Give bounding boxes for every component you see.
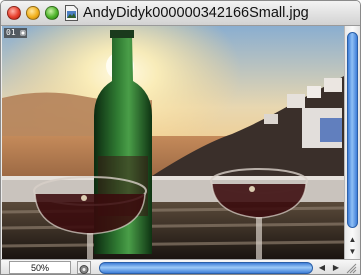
zoom-level-field[interactable]: 50% bbox=[9, 261, 71, 274]
navigator-icon bbox=[79, 265, 89, 274]
canvas-badge: 01 ▣ bbox=[4, 28, 28, 38]
canvas-badge-label: 01 bbox=[6, 28, 16, 37]
scroll-up-icon[interactable]: ▲ bbox=[345, 234, 360, 246]
vertical-scroll-thumb[interactable] bbox=[347, 32, 358, 228]
close-icon[interactable] bbox=[7, 6, 21, 20]
image-canvas[interactable]: 01 ▣ bbox=[2, 26, 344, 259]
image-window: AndyDidyk000000342166Small.jpg 01 ▣ ▲ ▼ … bbox=[0, 0, 361, 275]
photo-wine-at-sunset bbox=[2, 26, 344, 259]
navigator-button[interactable] bbox=[77, 261, 91, 274]
vertical-scrollbar[interactable]: ▲ ▼ bbox=[344, 26, 360, 259]
scroll-right-icon[interactable]: ▶ bbox=[329, 261, 343, 274]
document-icon bbox=[65, 5, 78, 21]
scroll-left-icon[interactable]: ◀ bbox=[315, 261, 329, 274]
status-bar: 50% ◀ ▶ bbox=[1, 259, 360, 274]
horizontal-scroll-thumb[interactable] bbox=[99, 262, 313, 274]
title-bar[interactable]: AndyDidyk000000342166Small.jpg bbox=[1, 1, 360, 26]
minimize-icon[interactable] bbox=[26, 6, 40, 20]
window-title: AndyDidyk000000342166Small.jpg bbox=[83, 5, 309, 21]
resize-grip-icon[interactable] bbox=[345, 262, 357, 274]
horizontal-scrollbar[interactable] bbox=[99, 262, 313, 274]
zoom-icon[interactable] bbox=[45, 6, 59, 20]
canvas-badge-icon: ▣ bbox=[20, 28, 26, 37]
scroll-down-icon[interactable]: ▼ bbox=[345, 246, 360, 258]
